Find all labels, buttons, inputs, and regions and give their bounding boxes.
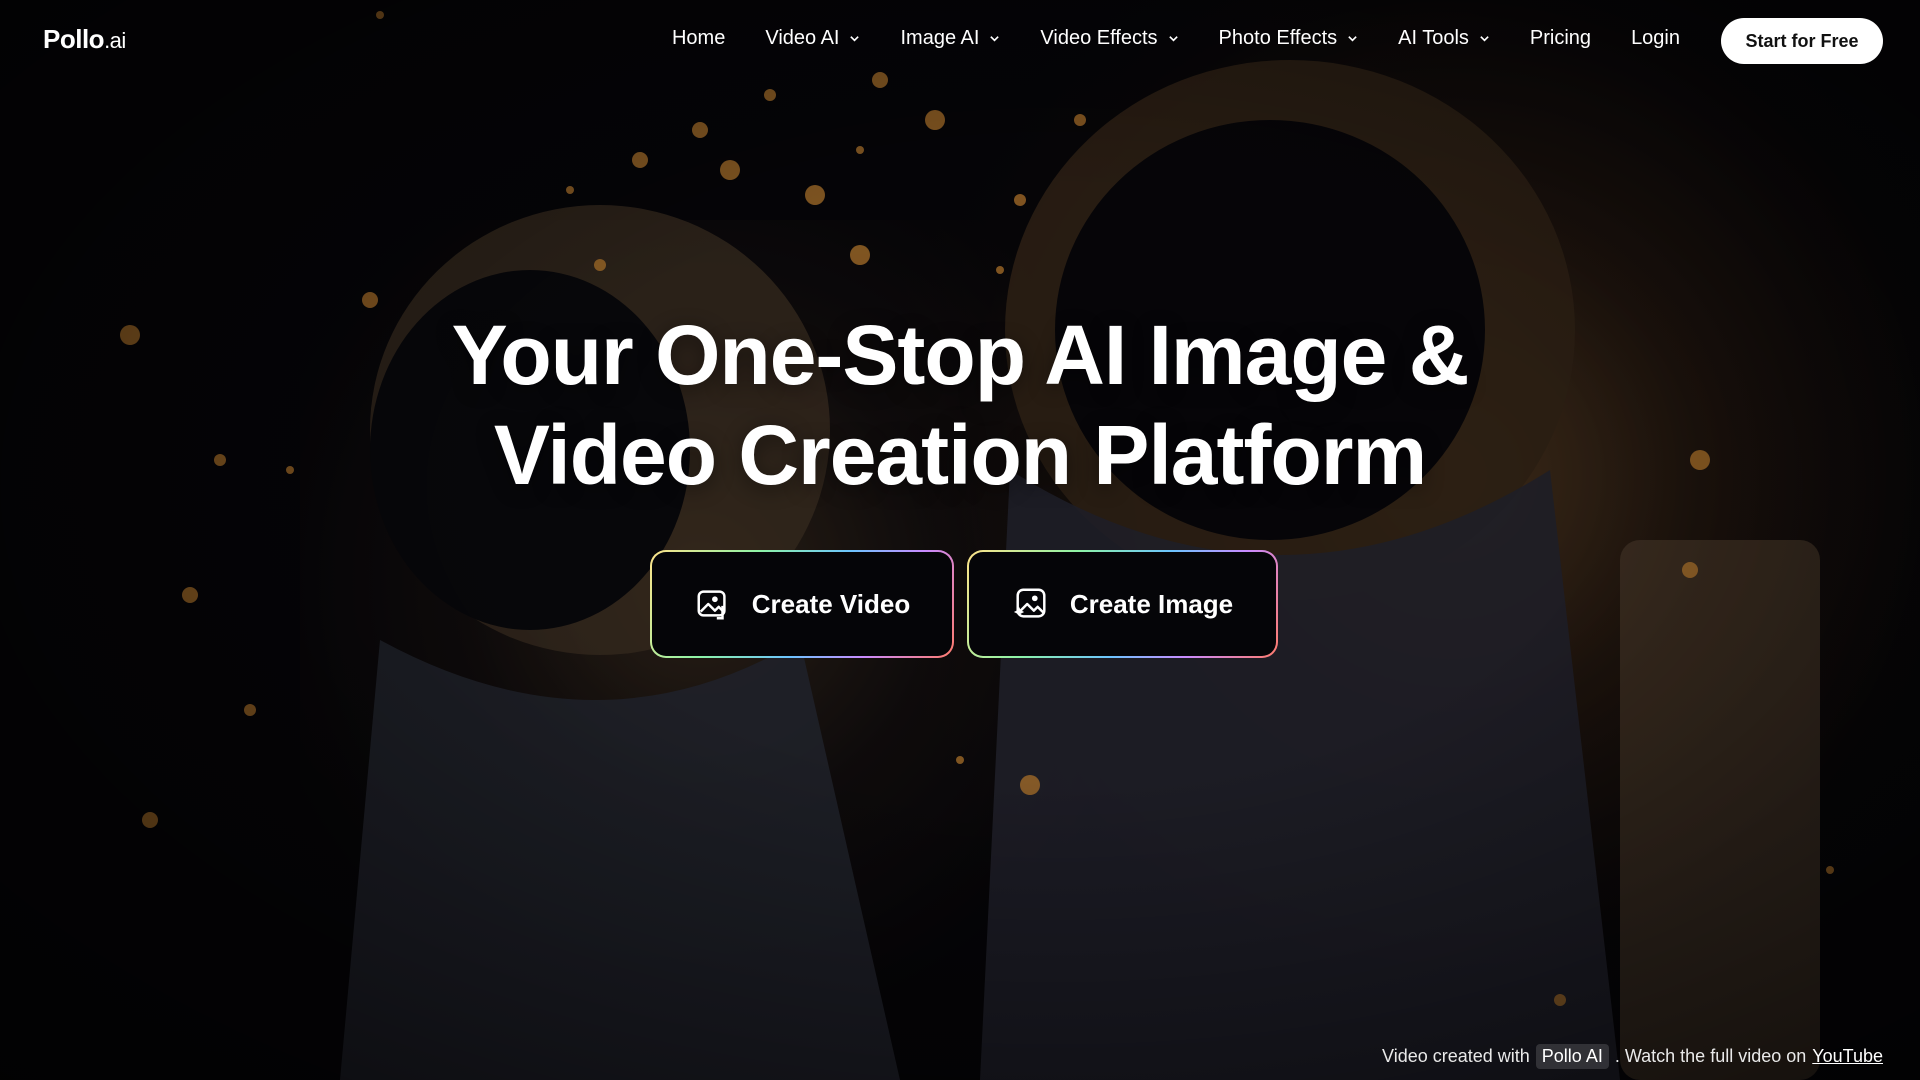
nav-item-label: Login <box>1631 27 1680 49</box>
chevron-down-icon <box>1480 36 1489 42</box>
nav-item-label: Photo Effects <box>1218 27 1338 49</box>
credit-middle: . Watch the full video on <box>1614 1046 1807 1066</box>
nav-item-label: Home <box>671 27 726 49</box>
chevron-down-icon <box>1348 36 1357 42</box>
nav-item-ai-tools[interactable]: AI Tools <box>1398 27 1490 50</box>
hero-title-line-1: Your One-Stop AI Image & <box>451 308 1470 402</box>
nav-item-label: Video AI <box>765 27 840 49</box>
create-image-button[interactable]: Create Image <box>967 550 1278 658</box>
hero-title-line-2: Video Creation Platform <box>493 408 1427 502</box>
top-navigation: Pollo.ai Home Video AI Image AI Video Ef… <box>0 0 1920 80</box>
nav-item-label: AI Tools <box>1398 27 1469 49</box>
nav-item-pricing[interactable]: Pricing <box>1530 27 1591 50</box>
pollo-logo[interactable]: Pollo.ai <box>43 24 126 55</box>
create-video-button[interactable]: Create Video <box>650 550 954 658</box>
youtube-link[interactable]: YouTube <box>1812 1046 1883 1067</box>
create-video-label: Create Video <box>751 588 911 619</box>
nav-item-label: Pricing <box>1529 27 1592 49</box>
image-sparkle-icon <box>1013 588 1046 618</box>
video-gallery-icon <box>697 590 726 620</box>
create-image-button-inner: Create Image <box>969 552 1276 656</box>
create-image-label: Create Image <box>1069 588 1234 619</box>
logo-suffix: .ai <box>104 28 126 53</box>
nav-item-video-effects[interactable]: Video Effects <box>1040 27 1178 50</box>
create-video-button-inner: Create Video <box>652 552 952 656</box>
nav-menu: Home Video AI Image AI Video Effects Pho… <box>672 27 1680 50</box>
hero-background-video <box>0 0 1920 1080</box>
nav-item-image-ai[interactable]: Image AI <box>900 27 1000 50</box>
nav-item-home[interactable]: Home <box>672 27 725 50</box>
credit-tool-badge: Pollo AI <box>1535 1044 1609 1069</box>
credit-prefix: Video created with <box>1382 1046 1530 1066</box>
chevron-down-icon <box>990 36 1000 42</box>
nav-item-label: Image AI <box>900 27 980 49</box>
nav-item-video-ai[interactable]: Video AI <box>765 27 860 50</box>
hero-title: Your One-Stop AI Image & Video Creation … <box>360 305 1560 505</box>
nav-item-label: Video Effects <box>1040 27 1158 49</box>
logo-name: Pollo <box>43 24 105 54</box>
chevron-down-icon <box>850 36 860 42</box>
start-for-free-button[interactable]: Start for Free <box>1721 18 1883 64</box>
nav-item-photo-effects[interactable]: Photo Effects <box>1219 27 1359 50</box>
chevron-down-icon <box>1168 36 1178 42</box>
nav-item-login[interactable]: Login <box>1631 27 1680 50</box>
video-credit: Video created with Pollo AI . Watch the … <box>1382 1044 1883 1069</box>
